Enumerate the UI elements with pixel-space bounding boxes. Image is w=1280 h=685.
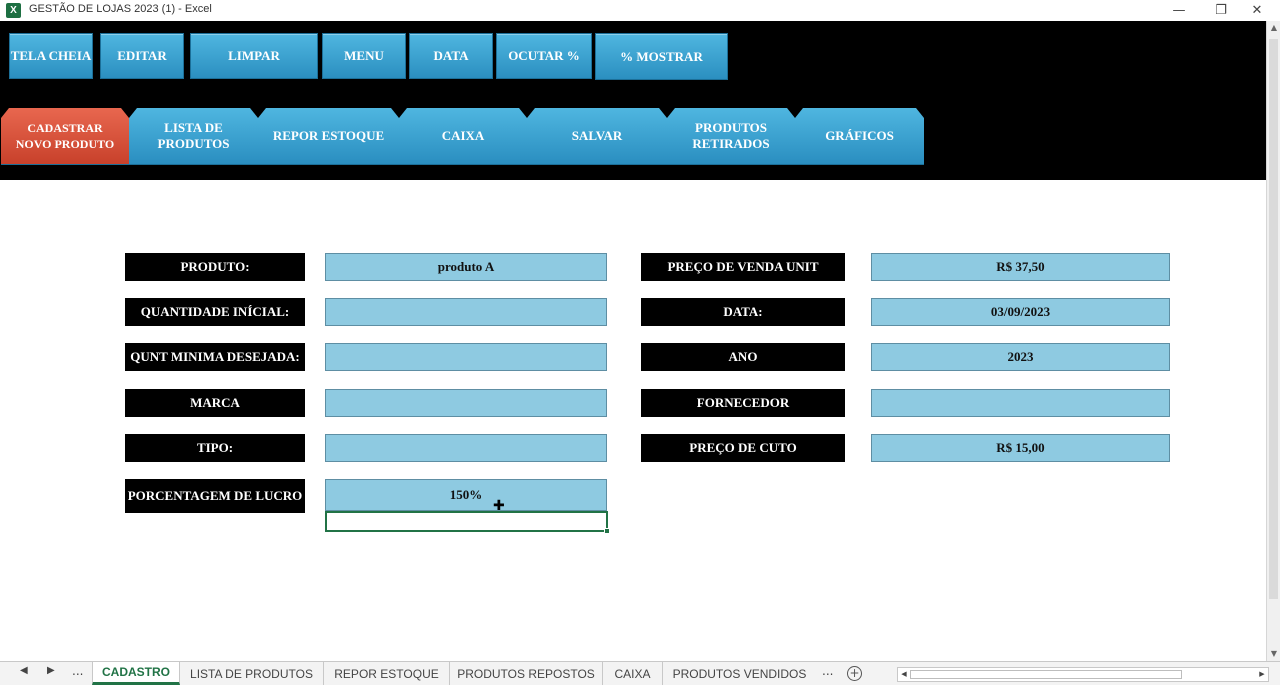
preco-custo-label: PREÇO DE CUTO	[641, 434, 845, 462]
horizontal-scrollbar[interactable]: ◀ ▶	[897, 667, 1269, 682]
cursor-icon: ✚	[493, 498, 505, 514]
data-button[interactable]: DATA	[409, 33, 493, 79]
preco-custo-field[interactable]: R$ 15,00	[871, 434, 1170, 462]
minimize-button[interactable]: —	[1156, 0, 1202, 21]
data-label: DATA:	[641, 298, 845, 326]
sheet-tab-caixa[interactable]: CAIXA	[603, 662, 663, 685]
fornecedor-label: FORNECEDOR	[641, 389, 845, 417]
ano-label: ANO	[641, 343, 845, 371]
title-bar: X GESTÃO DE LOJAS 2023 (1) - Excel — ❐ ✕	[0, 0, 1280, 21]
marca-field[interactable]	[325, 389, 607, 417]
data-field[interactable]: 03/09/2023	[871, 298, 1170, 326]
qunt-minima-field[interactable]	[325, 343, 607, 371]
horizontal-scroll-thumb[interactable]	[910, 670, 1182, 679]
sheet-prev-icon[interactable]: ◀	[20, 665, 28, 676]
tela-cheia-button[interactable]: TELA CHEIA	[9, 33, 93, 79]
quantidade-inicial-field[interactable]	[325, 298, 607, 326]
tab-produtos-retirados[interactable]: PRODUTOS RETIRADOS	[667, 108, 795, 165]
preco-venda-field[interactable]: R$ 37,50	[871, 253, 1170, 281]
produto-label: PRODUTO:	[125, 253, 305, 281]
close-button[interactable]: ✕	[1234, 0, 1280, 21]
marca-label: MARCA	[125, 389, 305, 417]
limpar-button[interactable]: LIMPAR	[190, 33, 318, 79]
sheet-tab-lista-de-produtos[interactable]: LISTA DE PRODUTOS	[180, 662, 324, 685]
tab-caixa[interactable]: CAIXA	[399, 108, 527, 165]
tab-salvar[interactable]: SALVAR	[527, 108, 667, 165]
sheet-tab-repor-estoque[interactable]: REPOR ESTOQUE	[324, 662, 450, 685]
sheet-tab-bar: ◀ ▶ ... CADASTRO LISTA DE PRODUTOS REPOR…	[0, 661, 1280, 685]
window-title: GESTÃO DE LOJAS 2023 (1) - Excel	[29, 3, 212, 15]
scroll-left-icon[interactable]: ◀	[898, 668, 910, 681]
produto-field[interactable]: produto A	[325, 253, 607, 281]
sheet-tab-produtos-vendidos[interactable]: PRODUTOS VENDIDOS	[663, 662, 816, 685]
mostrar-button[interactable]: % MOSTRAR	[595, 33, 728, 80]
qunt-minima-label: QUNT MINIMA DESEJADA:	[125, 343, 305, 371]
scroll-up-icon[interactable]: ▲	[1267, 21, 1280, 35]
excel-icon: X	[6, 3, 21, 18]
sheet-tab-cadastro[interactable]: CADASTRO	[92, 662, 180, 685]
editar-button[interactable]: EDITAR	[100, 33, 184, 79]
tab-cadastrar-novo-produto[interactable]: CADASTRAR NOVO PRODUTO	[1, 108, 129, 165]
porcentagem-lucro-field[interactable]: 150%	[325, 479, 607, 511]
menu-button[interactable]: MENU	[322, 33, 406, 79]
sheet-next-icon[interactable]: ▶	[47, 665, 55, 676]
fornecedor-field[interactable]	[871, 389, 1170, 417]
ano-field[interactable]: 2023	[871, 343, 1170, 371]
ocutar-button[interactable]: OCUTAR %	[496, 33, 592, 79]
sheet-ellipsis-left[interactable]: ...	[72, 664, 83, 678]
tipo-label: TIPO:	[125, 434, 305, 462]
preco-venda-label: PREÇO DE VENDA UNIT	[641, 253, 845, 281]
porcentagem-lucro-label: PORCENTAGEM DE LUCRO	[125, 479, 305, 513]
scroll-right-icon[interactable]: ▶	[1256, 668, 1268, 681]
vertical-scrollbar[interactable]: ▲ ▼	[1266, 21, 1280, 661]
quantidade-inicial-label: QUANTIDADE INÍCIAL:	[125, 298, 305, 326]
fill-handle[interactable]	[604, 528, 610, 534]
tab-graficos[interactable]: GRÁFICOS	[795, 108, 924, 165]
tipo-field[interactable]	[325, 434, 607, 462]
tab-lista-de-produtos[interactable]: LISTA DE PRODUTOS	[129, 108, 258, 165]
add-sheet-icon[interactable]: +	[847, 666, 862, 681]
sheet-ellipsis-right[interactable]: ...	[822, 664, 833, 678]
selected-cell[interactable]	[325, 511, 610, 534]
sheet-tab-produtos-repostos[interactable]: PRODUTOS REPOSTOS	[450, 662, 603, 685]
tab-repor-estoque[interactable]: REPOR ESTOQUE	[258, 108, 399, 165]
vertical-scroll-thumb[interactable]	[1269, 39, 1278, 599]
scroll-down-icon[interactable]: ▼	[1267, 647, 1280, 661]
